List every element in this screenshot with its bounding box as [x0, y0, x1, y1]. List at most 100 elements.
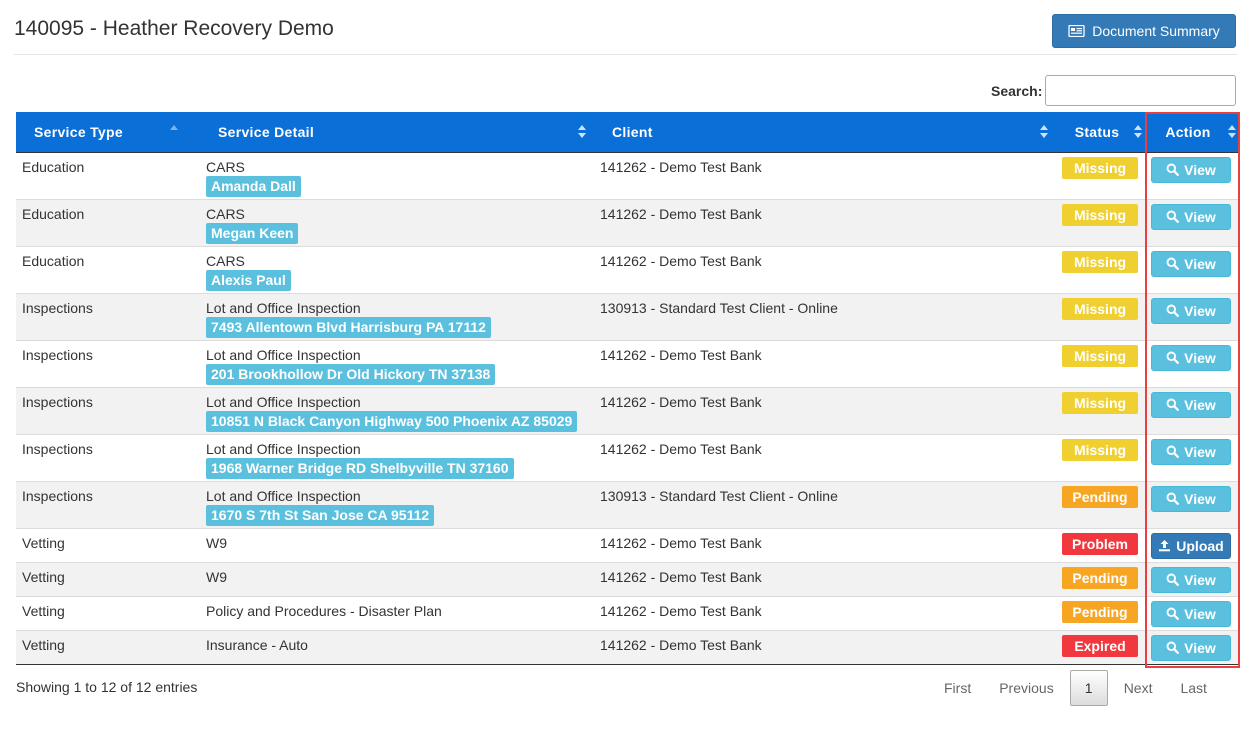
service-detail-cell: Policy and Procedures - Disaster Plan	[200, 595, 594, 630]
service-type: Vetting	[22, 568, 65, 585]
service-detail: Lot and Office Inspection	[206, 393, 361, 410]
view-button[interactable]: View	[1151, 250, 1231, 277]
status-cell: Missing	[1056, 386, 1144, 434]
action-cell: View	[1144, 561, 1238, 596]
view-button[interactable]: View	[1151, 203, 1231, 230]
service-detail: Lot and Office Inspection	[206, 346, 361, 363]
status-cell: Missing	[1056, 433, 1144, 481]
pagination-previous[interactable]: Previous	[985, 671, 1067, 705]
service-type-cell: Vetting	[16, 629, 200, 665]
status-cell: Missing	[1056, 198, 1144, 246]
service-detail-cell: Lot and Office Inspection 10851 N Black C…	[200, 386, 594, 434]
client-name: 141262 - Demo Test Bank	[600, 440, 762, 457]
upload-button[interactable]: Upload	[1151, 532, 1231, 559]
pagination-page-1[interactable]: 1	[1069, 670, 1108, 706]
client-cell: 141262 - Demo Test Bank	[594, 595, 1056, 630]
pagination-next[interactable]: Next	[1110, 671, 1167, 705]
column-header-service-detail[interactable]: Service Detail	[200, 112, 594, 153]
client-name: 141262 - Demo Test Bank	[600, 568, 762, 585]
pagination: First Previous 1 Next Last	[930, 670, 1221, 706]
service-type-cell: Inspections	[16, 386, 200, 434]
status-cell: Missing	[1056, 151, 1144, 199]
action-cell: View	[1144, 292, 1238, 340]
sort-icon	[578, 125, 586, 139]
column-header-action[interactable]: Action	[1144, 112, 1238, 153]
table-row: Vetting Insurance - Auto 141262 - Demo Tes…	[16, 629, 1238, 665]
search-label: Search:	[991, 83, 1043, 99]
view-button[interactable]: View	[1151, 391, 1231, 418]
column-header-service-type[interactable]: Service Type	[16, 112, 200, 153]
search-icon	[1166, 257, 1180, 270]
service-detail: Lot and Office Inspection	[206, 487, 361, 504]
status-badge: Pending	[1062, 600, 1138, 623]
search-icon	[1166, 210, 1180, 223]
view-button[interactable]: View	[1151, 566, 1231, 593]
service-detail-tag: Megan Keen	[206, 222, 299, 244]
service-detail-cell: Lot and Office Inspection 1670 S 7th St S…	[200, 480, 594, 528]
service-type-cell: Inspections	[16, 292, 200, 340]
service-type: Vetting	[22, 534, 65, 551]
client-name: 130913 - Standard Test Client - Online	[600, 299, 838, 316]
client-name: 141262 - Demo Test Bank	[600, 205, 762, 222]
client-cell: 141262 - Demo Test Bank	[594, 386, 1056, 434]
view-button[interactable]: View	[1151, 344, 1231, 371]
client-name: 141262 - Demo Test Bank	[600, 393, 762, 410]
status-cell: Pending	[1056, 480, 1144, 528]
service-type-cell: Vetting	[16, 561, 200, 596]
view-button[interactable]: View	[1151, 438, 1231, 465]
service-type: Education	[22, 158, 85, 175]
pagination-last[interactable]: Last	[1166, 671, 1220, 705]
service-type-cell: Vetting	[16, 595, 200, 630]
action-cell: View	[1144, 386, 1238, 434]
service-type: Education	[22, 205, 85, 222]
service-type: Inspections	[22, 299, 93, 316]
status-badge: Expired	[1062, 634, 1138, 657]
status-badge: Pending	[1062, 485, 1138, 508]
title-divider	[14, 54, 1237, 55]
service-type-cell: Inspections	[16, 433, 200, 481]
table-row: Inspections Lot and Office Inspection 201 …	[16, 339, 1238, 387]
action-cell: View	[1144, 245, 1238, 293]
status-cell: Missing	[1056, 339, 1144, 387]
table-row: Vetting W9 141262 - Demo Test Bank Pending V…	[16, 561, 1238, 596]
search-icon	[1166, 492, 1180, 505]
service-detail-cell: Insurance - Auto	[200, 629, 594, 665]
action-cell: View	[1144, 480, 1238, 528]
status-cell: Missing	[1056, 245, 1144, 293]
view-button[interactable]: View	[1151, 485, 1231, 512]
service-detail: CARS	[206, 158, 245, 175]
service-detail-cell: Lot and Office Inspection 1968 Warner Bri…	[200, 433, 594, 481]
view-button[interactable]: View	[1151, 156, 1231, 183]
action-cell: View	[1144, 339, 1238, 387]
service-type: Inspections	[22, 440, 93, 457]
client-name: 141262 - Demo Test Bank	[600, 252, 762, 269]
view-button[interactable]: View	[1151, 600, 1231, 627]
search-icon	[1166, 351, 1180, 364]
service-detail-cell: CARS Alexis Paul	[200, 245, 594, 293]
document-summary-button[interactable]: Document Summary	[1052, 14, 1236, 48]
service-detail-tag: 7493 Allentown Blvd Harrisburg PA 17112	[206, 316, 491, 338]
client-cell: 141262 - Demo Test Bank	[594, 561, 1056, 596]
service-detail-tag: 10851 N Black Canyon Highway 500 Phoenix…	[206, 410, 578, 432]
sort-icon	[1134, 125, 1142, 139]
action-label: View	[1184, 396, 1216, 413]
search-input[interactable]	[1045, 75, 1236, 106]
action-cell: View	[1144, 595, 1238, 630]
status-badge: Problem	[1062, 532, 1138, 555]
pagination-first[interactable]: First	[930, 671, 985, 705]
status-badge: Missing	[1062, 203, 1138, 226]
search-icon	[1166, 641, 1180, 654]
sort-asc-icon	[170, 125, 178, 139]
action-label: View	[1184, 255, 1216, 272]
search-icon	[1166, 304, 1180, 317]
column-header-status[interactable]: Status	[1056, 112, 1144, 153]
column-header-client[interactable]: Client	[594, 112, 1056, 153]
status-badge: Missing	[1062, 250, 1138, 273]
service-detail-cell: Lot and Office Inspection 7493 Allentown …	[200, 292, 594, 340]
view-button[interactable]: View	[1151, 297, 1231, 324]
service-detail: W9	[206, 568, 227, 585]
client-name: 141262 - Demo Test Bank	[600, 346, 762, 363]
view-button[interactable]: View	[1151, 634, 1231, 661]
service-detail-cell: Lot and Office Inspection 201 Brookhollow…	[200, 339, 594, 387]
status-cell: Problem	[1056, 527, 1144, 562]
